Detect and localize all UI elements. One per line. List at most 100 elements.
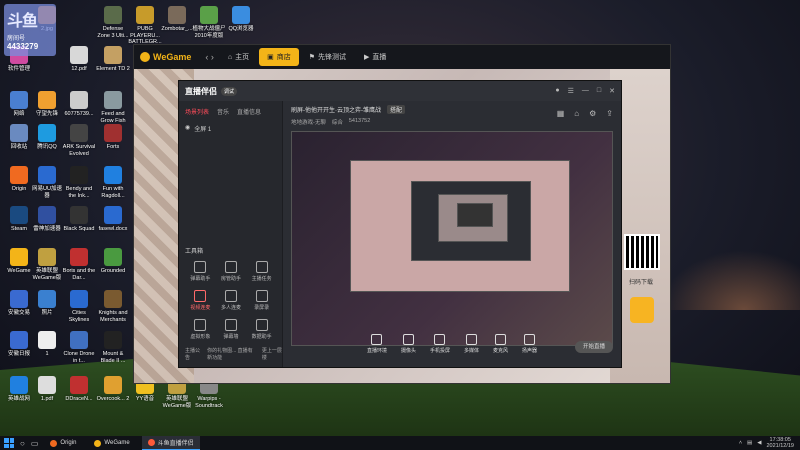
back-arrow-icon[interactable]: ‹ ›: [205, 52, 214, 62]
stream-overlay: 斗鱼 房间号 4433279: [4, 4, 56, 56]
sidebar-footer: 主播公告 你的礼物图... 直播有新功能 更上一层楼: [185, 347, 282, 361]
settings-icon[interactable]: ⚙: [589, 109, 596, 118]
tab-scene-list[interactable]: 场景列表: [185, 107, 209, 116]
scene-label: 全屏 1: [194, 127, 212, 133]
tab-pioneer-test[interactable]: ⚑ 先锋测试: [301, 48, 354, 66]
live-icon: ▶: [364, 54, 370, 61]
tool-label: 虚拟形象: [190, 334, 211, 340]
desktop-icon[interactable]: PUBG PLAYERU... BATTLEGR...: [128, 6, 162, 46]
taskbar-origin[interactable]: Origin: [44, 436, 82, 450]
mic-button[interactable]: 麦克风: [493, 334, 508, 354]
desktop-icon[interactable]: 1: [30, 331, 64, 358]
desktop-icon[interactable]: 守望先锋: [30, 91, 64, 118]
desktop-icon[interactable]: Overcook... 2: [96, 376, 130, 403]
env-button[interactable]: 直播环境: [367, 334, 387, 354]
maximize-icon[interactable]: □: [597, 87, 601, 95]
desktop-icon[interactable]: Cities Skylines: [62, 290, 96, 323]
phone-cast-button[interactable]: 手机投屏: [430, 334, 450, 354]
desktop-icon[interactable]: 腾讯QQ: [30, 124, 64, 151]
tool-danmaku-wall[interactable]: 弹幕墙: [216, 319, 247, 340]
wegame-nav: ⌂ 主页 ▣ 商店 ⚑ 先锋测试 ▶ 直播: [220, 48, 395, 66]
media-button[interactable]: 多媒体: [464, 334, 479, 354]
stream-title-text[interactable]: 刷屏-他他开开生·云顶之弈-雏鹰战: [291, 105, 381, 114]
stream-preview[interactable]: [291, 131, 613, 346]
desktop: 2.jpgDefense Zone 3 Ulti...PUBG PLAYERU.…: [0, 0, 800, 436]
camera-button[interactable]: 摄像头: [401, 334, 416, 354]
network-icon[interactable]: ▤: [747, 440, 752, 446]
notice-link[interactable]: 主播公告: [185, 347, 201, 361]
desktop-icon[interactable]: 网易UU加速器: [30, 166, 64, 199]
tool-room-admin[interactable]: 房管助手: [216, 261, 247, 282]
tool-streamer-task[interactable]: 主播任务: [246, 261, 277, 282]
stream-title-tag[interactable]: 搭配: [387, 105, 406, 114]
task-icon: [255, 261, 268, 273]
desktop-icon[interactable]: Black Squad: [62, 206, 96, 233]
desktop-icon[interactable]: Feed and Grow Fish: [96, 91, 130, 124]
desktop-icon[interactable]: fasewl.docx: [96, 206, 130, 233]
tab-label: 主页: [235, 54, 250, 61]
start-button[interactable]: [4, 438, 14, 448]
toolbox-title: 工具箱: [185, 249, 204, 255]
clock[interactable]: 17:38:05 2021/12/19: [766, 437, 794, 449]
desktop-icon[interactable]: 雷神加速器: [30, 206, 64, 233]
desktop-icon[interactable]: 英雄联盟WeGame版: [30, 248, 64, 281]
app-icon: [70, 91, 88, 109]
lock-icon[interactable]: ⌂: [574, 109, 579, 118]
desktop-icon[interactable]: Fun with Ragdoll...: [96, 166, 130, 199]
menu-icon[interactable]: ☰: [568, 87, 574, 95]
tool-record[interactable]: 录屏录: [246, 290, 277, 311]
tray-arrow-icon[interactable]: ˄: [739, 440, 742, 446]
promo-badge[interactable]: [630, 297, 654, 323]
desktop-icon-label: Knights and Merchants: [98, 310, 128, 323]
desktop-icon[interactable]: Knights and Merchants: [96, 290, 130, 323]
speaker-button[interactable]: 扬声器: [522, 334, 537, 354]
volume-icon[interactable]: ◀: [757, 440, 761, 446]
tab-music[interactable]: 音乐: [217, 107, 229, 116]
tool-data[interactable]: 数据助手: [246, 319, 277, 340]
start-live-button[interactable]: 开始直播: [575, 341, 613, 353]
tab-home[interactable]: ⌂ 主页: [220, 48, 257, 66]
desktop-icon[interactable]: 60775739...: [62, 91, 96, 118]
tab-live[interactable]: ▶ 直播: [356, 48, 394, 66]
minimize-icon[interactable]: —: [582, 87, 589, 95]
taskview-icon[interactable]: ▭: [31, 439, 39, 448]
share-icon[interactable]: ⇪: [606, 109, 613, 118]
desktop-icon[interactable]: Clone Drone in t...: [62, 331, 96, 364]
desktop-icon[interactable]: 1.pdf: [30, 376, 64, 403]
close-icon[interactable]: ✕: [609, 87, 615, 95]
new-feature-link[interactable]: 你的礼物图... 直播有新功能: [207, 347, 256, 361]
gift-icon[interactable]: ▦: [557, 109, 565, 118]
tab-live-info[interactable]: 直播信息: [237, 107, 261, 116]
desktop-icon[interactable]: 植物大战僵尸2010年度版: [192, 6, 226, 39]
desktop-icon-label: fasewl.docx: [98, 226, 128, 232]
desktop-icon[interactable]: Boris and the Dar...: [62, 248, 96, 281]
desktop-icon[interactable]: 12.pdf: [62, 46, 96, 73]
app-icon: [70, 376, 88, 394]
tool-avatar[interactable]: 虚拟形象: [185, 319, 216, 340]
desktop-icon[interactable]: Bendy and the Ink...: [62, 166, 96, 199]
desktop-icon[interactable]: Grounded: [96, 248, 130, 275]
taskbar-live-companion[interactable]: 斗鱼直播伴侣: [141, 436, 200, 450]
desktop-icon[interactable]: ARK Survival Evolved: [62, 124, 96, 157]
desktop-icon[interactable]: Forts: [96, 124, 130, 151]
desktop-icon[interactable]: QQ浏览器: [224, 6, 258, 33]
data-icon: [255, 319, 268, 331]
tab-shop[interactable]: ▣ 商店: [259, 48, 299, 66]
desktop-icon[interactable]: 照片: [30, 290, 64, 317]
desktop-icon[interactable]: Defense Zone 3 Ulti...: [96, 6, 130, 39]
scene-item[interactable]: ◉ 全屏 1: [185, 124, 276, 133]
tool-video-link[interactable]: 视频连麦: [185, 290, 216, 311]
level-up-link[interactable]: 更上一层楼: [262, 347, 282, 361]
search-icon[interactable]: ○: [20, 439, 25, 448]
desktop-icon[interactable]: Mount & Blade II ...: [96, 331, 130, 364]
tool-multi-link[interactable]: 多人连麦: [216, 290, 247, 311]
desktop-icon[interactable]: DDraceN...: [62, 376, 96, 403]
avatar[interactable]: ●: [555, 87, 559, 95]
tool-danmaku[interactable]: 弹幕助手: [185, 261, 216, 282]
desktop-icon[interactable]: Element TD 2: [96, 46, 130, 73]
eye-icon[interactable]: ◉: [185, 124, 190, 133]
taskbar-wegame[interactable]: WeGame: [88, 436, 135, 450]
desktop-icon-label: Fun with Ragdoll...: [101, 186, 125, 199]
desktop-icon-label: Cities Skylines: [68, 310, 90, 323]
desktop-icon[interactable]: Zombotar_...: [160, 6, 194, 33]
